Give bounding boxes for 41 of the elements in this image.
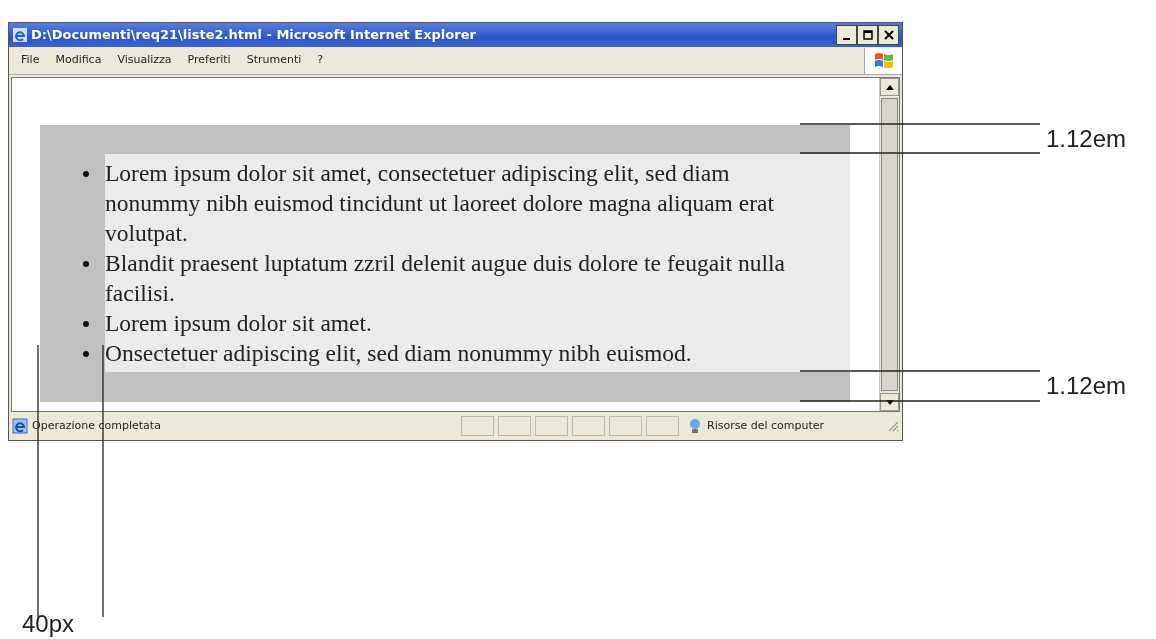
bullet-icon bbox=[83, 261, 89, 267]
maximize-icon bbox=[862, 30, 873, 40]
list-item: Onsectetuer adipiscing elit, sed diam nonummy nibh euismod. bbox=[105, 339, 693, 368]
list-item: Lorem ipsum dolor sit amet, consectetuer adipiscing elit, sed diam nonummy nibh euismod tincidunt ut laoreet dolore magna aliquam erat volutpat. bbox=[105, 159, 775, 248]
status-panel bbox=[572, 416, 605, 436]
zone-text: Risorse del computer bbox=[707, 417, 825, 434]
down-arrow-icon bbox=[885, 399, 894, 405]
menu-item[interactable]: Preferiti bbox=[179, 52, 239, 69]
minimize-icon bbox=[843, 38, 850, 40]
menu-item[interactable]: Visualizza bbox=[109, 52, 180, 69]
menu-item[interactable]: File bbox=[13, 52, 48, 69]
list-item: Lorem ipsum dolor sit amet. bbox=[105, 309, 373, 338]
list-item: Blandit praesent luptatum zzril delenit augue duis dolore te feugait nulla facilisi. bbox=[105, 249, 786, 308]
status-panel bbox=[461, 416, 494, 436]
page-e-icon bbox=[12, 27, 28, 43]
close-button[interactable] bbox=[878, 25, 899, 45]
computer-icon bbox=[687, 418, 703, 434]
menu-item[interactable]: Modifica bbox=[47, 52, 110, 69]
scroll-thumb[interactable] bbox=[881, 98, 898, 391]
scroll-up-button[interactable] bbox=[880, 78, 899, 96]
status-panel bbox=[646, 416, 679, 436]
dimension-label: 40px bbox=[22, 612, 75, 636]
status-panel bbox=[535, 416, 568, 436]
window-title: D:\Documenti\req21\liste2.html - Microsoft Internet Explorer bbox=[31, 26, 476, 45]
close-icon bbox=[883, 30, 894, 40]
menu-item[interactable]: Strumenti bbox=[238, 52, 310, 69]
bullet-icon bbox=[83, 171, 89, 177]
scrollbar[interactable] bbox=[879, 78, 899, 411]
maximize-button[interactable] bbox=[857, 25, 878, 45]
bullet-icon bbox=[83, 321, 89, 327]
flag-logo-icon bbox=[872, 50, 895, 71]
bullet-icon bbox=[83, 351, 89, 357]
minimize-button[interactable] bbox=[836, 25, 857, 45]
resize-grip-icon bbox=[887, 420, 899, 432]
dimension-label: 1.12em bbox=[1046, 374, 1127, 398]
dimension-label: 1.12em bbox=[1046, 127, 1127, 151]
status-panel bbox=[498, 416, 531, 436]
up-arrow-icon bbox=[885, 84, 894, 90]
menu-item[interactable]: ? bbox=[309, 52, 332, 69]
status-panel bbox=[609, 416, 642, 436]
page-e-icon bbox=[12, 418, 28, 434]
